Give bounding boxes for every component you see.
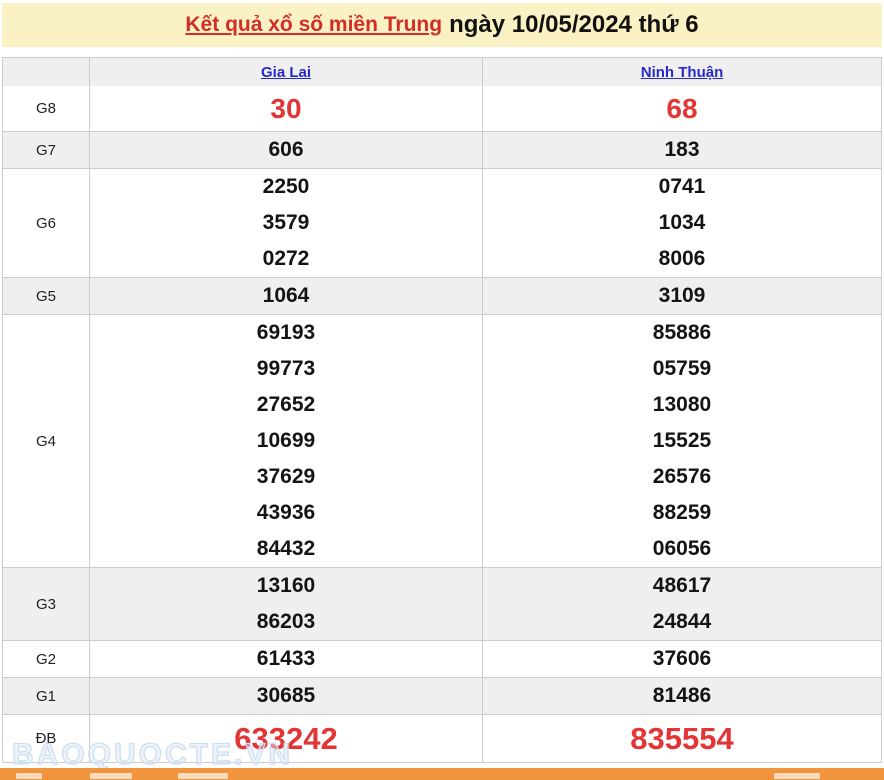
table-row-g3: G3 13160 86203 48617 24844 (3, 567, 881, 640)
result-number: 1064 (262, 284, 310, 307)
result-number: 61433 (256, 647, 316, 670)
result-number: 99773 (256, 357, 316, 380)
prize-label: G1 (35, 687, 56, 705)
prize-label: G2 (35, 650, 56, 668)
prize-column-header (3, 58, 89, 86)
result-number: 43936 (256, 501, 316, 524)
result-number: 0272 (262, 247, 310, 270)
result-number: 633242 (234, 720, 338, 756)
table-row-g2: G2 61433 37606 (3, 640, 881, 677)
result-cell-ninh-thuan: 81486 (482, 678, 881, 714)
column-header-ninh-thuan: Ninh Thuận (482, 58, 881, 86)
result-number: 3109 (658, 284, 706, 307)
result-cell-ninh-thuan: 48617 24844 (482, 568, 881, 640)
prize-label: ĐB (35, 730, 57, 747)
prize-label: G8 (35, 100, 56, 117)
result-number: 0741 (658, 175, 706, 198)
prize-label: G5 (35, 287, 56, 305)
result-number: 835554 (630, 720, 734, 756)
province-link-ninh-thuan[interactable]: Ninh Thuận (641, 64, 724, 81)
result-cell-ninh-thuan: 85886 05759 13080 15525 26576 88259 06056 (482, 315, 881, 567)
clipped-text-fragment (16, 773, 42, 779)
result-cell-gia-lai: 606 (89, 132, 482, 168)
table-row-g6: G6 2250 3579 0272 0741 1034 8006 (3, 168, 881, 277)
result-number: 81486 (652, 684, 712, 707)
result-number: 13160 (256, 574, 316, 597)
table-row-đb: ĐB 633242 835554 (3, 714, 881, 762)
column-header-gia-lai: Gia Lai (89, 58, 482, 86)
result-cell-ninh-thuan: 835554 (482, 715, 881, 762)
result-number: 06056 (652, 537, 712, 560)
result-number: 3579 (262, 211, 310, 234)
result-number: 183 (664, 138, 700, 161)
result-cell-gia-lai: 61433 (89, 641, 482, 677)
result-number: 26576 (652, 465, 712, 488)
result-number: 24844 (652, 610, 712, 633)
footer-bar-clipped (0, 768, 884, 780)
result-cell-gia-lai: 13160 86203 (89, 568, 482, 640)
table-row-g8: G8 30 68 (3, 86, 881, 131)
result-number: 84432 (256, 537, 316, 560)
result-cell-gia-lai: 30 (89, 86, 482, 131)
result-cell-ninh-thuan: 37606 (482, 641, 881, 677)
result-cell-ninh-thuan: 68 (482, 86, 881, 131)
result-number: 2250 (262, 175, 310, 198)
prize-label: G6 (35, 214, 56, 232)
result-cell-ninh-thuan: 183 (482, 132, 881, 168)
result-number: 30 (270, 92, 302, 124)
result-cell-ninh-thuan: 3109 (482, 278, 881, 314)
table-row-g1: G1 30685 81486 (3, 677, 881, 714)
table-row-g4: G4 69193 99773 27652 10699 37629 43936 84432 858… (3, 314, 881, 567)
result-number: 30685 (256, 684, 316, 707)
result-cell-gia-lai: 69193 99773 27652 10699 37629 43936 84432 (89, 315, 482, 567)
clipped-text-fragment (90, 773, 132, 779)
result-number: 8006 (658, 247, 706, 270)
prize-label: G7 (35, 141, 56, 159)
clipped-text-fragment (178, 773, 228, 779)
result-number: 86203 (256, 610, 316, 633)
prize-label: G3 (35, 595, 56, 613)
title-date-text: ngày 10/05/2024 thứ 6 (449, 11, 699, 38)
result-number: 05759 (652, 357, 712, 380)
results-table-body: G8 30 68 G7 606 183 G6 2250 3579 0272 0741 1034 8006… (3, 86, 881, 762)
result-number: 13080 (652, 393, 712, 416)
table-header-row: Gia Lai Ninh Thuận (3, 58, 881, 86)
clipped-text-fragment (774, 773, 820, 779)
results-table: Gia Lai Ninh Thuận G8 30 68 G7 606 183 G6 2250 3… (2, 57, 882, 763)
result-number: 15525 (652, 429, 712, 452)
result-number: 10699 (256, 429, 316, 452)
result-cell-gia-lai: 1064 (89, 278, 482, 314)
table-row-g7: G7 606 183 (3, 131, 881, 168)
result-cell-ninh-thuan: 0741 1034 8006 (482, 169, 881, 277)
region-title-link[interactable]: Kết quả xổ số miền Trung (185, 13, 442, 37)
result-number: 37606 (652, 647, 712, 670)
result-number: 85886 (652, 321, 712, 344)
result-number: 69193 (256, 321, 316, 344)
result-cell-gia-lai: 633242 (89, 715, 482, 762)
result-number: 88259 (652, 501, 712, 524)
result-cell-gia-lai: 30685 (89, 678, 482, 714)
result-number: 68 (666, 92, 698, 124)
table-row-g5: G5 1064 3109 (3, 277, 881, 314)
result-number: 606 (268, 138, 304, 161)
prize-label: G4 (35, 432, 56, 450)
result-cell-gia-lai: 2250 3579 0272 (89, 169, 482, 277)
result-number: 1034 (658, 211, 706, 234)
result-number: 37629 (256, 465, 316, 488)
result-number: 27652 (256, 393, 316, 416)
result-number: 48617 (652, 574, 712, 597)
page-title-banner: Kết quả xổ số miền Trung ngày 10/05/2024… (2, 3, 882, 47)
province-link-gia-lai[interactable]: Gia Lai (261, 64, 311, 81)
